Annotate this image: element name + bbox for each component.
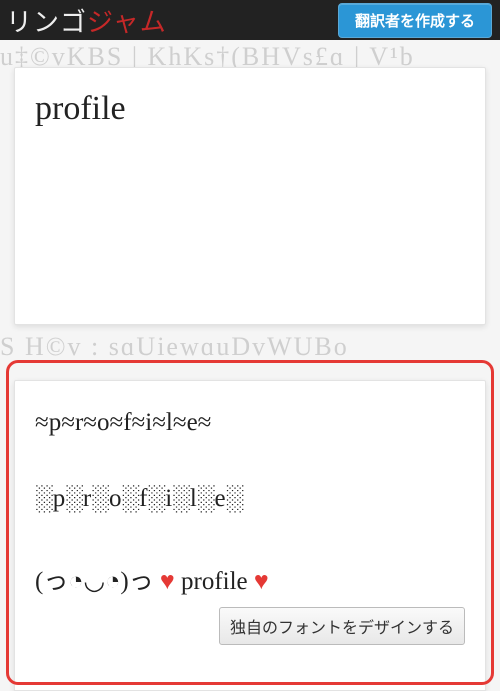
logo-part-a: リンゴ bbox=[6, 7, 87, 37]
input-text[interactable]: profile bbox=[35, 90, 465, 128]
output-line-3-prefix: (っ◔◡◔)っ bbox=[35, 568, 160, 595]
design-font-button[interactable]: 独自のフォントをデザインする bbox=[219, 607, 465, 645]
output-line-2[interactable]: ░p░r░o░f░i░l░e░ bbox=[35, 485, 465, 513]
output-line-3-mid: profile bbox=[175, 568, 254, 595]
background-decor-2: S H©v : sɑUiewɑuDvWUBo bbox=[0, 332, 500, 362]
logo-part-b: ジャム bbox=[87, 7, 167, 37]
output-card: ≈p≈r≈o≈f≈i≈l≈e≈ ░p░r░o░f░i░l░e░ (っ◔◡◔)っ … bbox=[14, 380, 486, 691]
output-line-3[interactable]: (っ◔◡◔)っ ♥ profile ♥ bbox=[35, 561, 465, 597]
create-translator-button[interactable]: 翻訳者を作成する bbox=[338, 3, 492, 38]
header-bar: リンゴジャム 翻訳者を作成する bbox=[0, 0, 500, 40]
heart-icon: ♥ bbox=[160, 568, 175, 595]
input-card[interactable]: profile bbox=[14, 67, 486, 325]
output-line-1[interactable]: ≈p≈r≈o≈f≈i≈l≈e≈ bbox=[35, 409, 465, 437]
heart-icon: ♥ bbox=[254, 568, 269, 595]
site-logo[interactable]: リンゴジャム bbox=[6, 2, 167, 39]
